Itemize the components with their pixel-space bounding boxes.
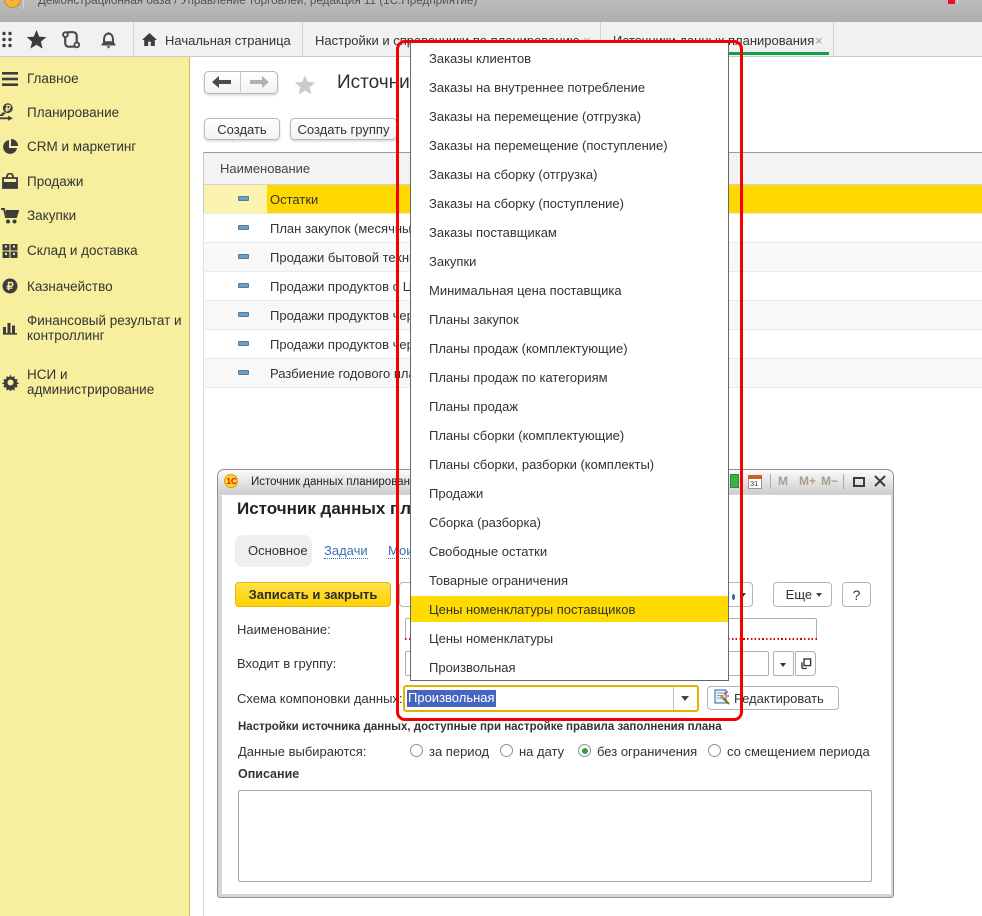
- svg-text:₽: ₽: [7, 281, 14, 293]
- svg-text:₽: ₽: [5, 103, 11, 113]
